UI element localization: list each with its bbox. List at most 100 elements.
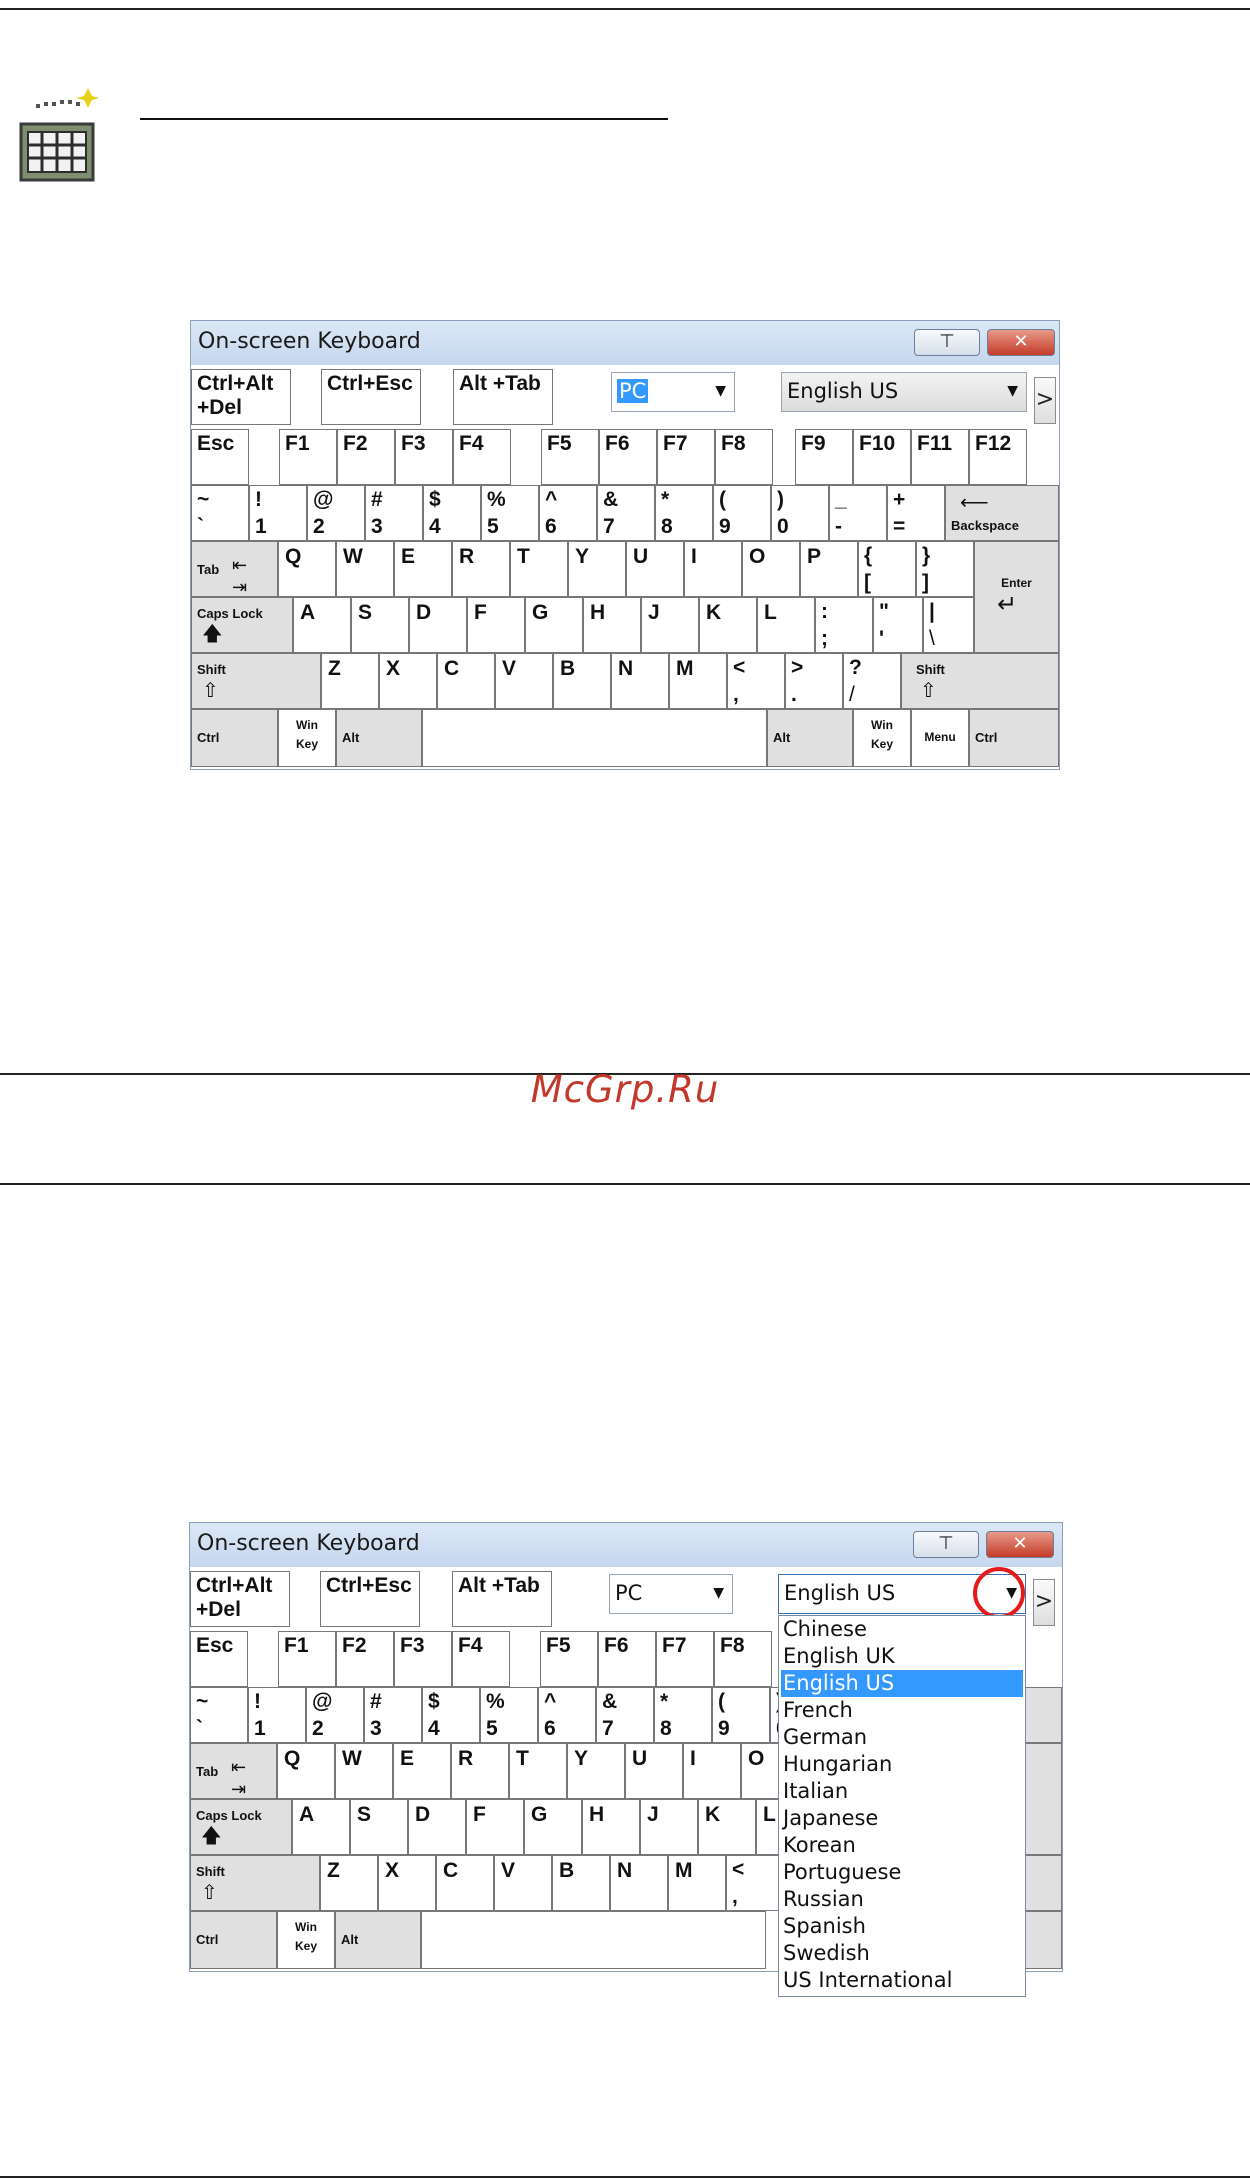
left-alt-key[interactable]: Alt — [336, 709, 422, 767]
key-7[interactable]: & 7 — [597, 485, 655, 541]
ctrl-alt-del-key[interactable]: Ctrl+Alt +Del — [191, 369, 291, 425]
key-equals[interactable]: + = — [887, 485, 945, 541]
esc-key[interactable]: Esc — [191, 429, 249, 485]
menu-key[interactable]: Menu — [911, 709, 969, 767]
key-s[interactable]: S — [350, 1799, 408, 1855]
key-f3[interactable]: F3 — [394, 1631, 452, 1687]
key-m[interactable]: M — [668, 1855, 726, 1911]
right-win-key[interactable]: Win Key — [853, 709, 911, 767]
key-s[interactable]: S — [351, 597, 409, 653]
key-c[interactable]: C — [437, 653, 495, 709]
key-6[interactable]: ^ 6 — [539, 485, 597, 541]
left-ctrl-key[interactable]: Ctrl — [191, 709, 278, 767]
key-r[interactable]: R — [451, 1743, 509, 1799]
key-w[interactable]: W — [335, 1743, 393, 1799]
space-key[interactable] — [422, 709, 767, 767]
enter-key[interactable]: Enter ↵ — [974, 541, 1059, 653]
key-f5[interactable]: F5 — [540, 1631, 598, 1687]
caps-lock-key[interactable]: Caps Lock 🡅 — [191, 597, 293, 653]
key-x[interactable]: X — [379, 653, 437, 709]
key-d[interactable]: D — [408, 1799, 466, 1855]
key-bracket-close[interactable]: }] — [916, 541, 974, 597]
key-8[interactable]: * 8 — [655, 485, 713, 541]
alt-tab-key[interactable]: Alt +Tab — [453, 369, 553, 425]
minimize-button[interactable]: ⊤ — [913, 1531, 979, 1558]
key-f1[interactable]: F1 — [279, 429, 337, 485]
language-option[interactable]: Japanese — [781, 1805, 1023, 1832]
key-9[interactable]: (9 — [712, 1687, 770, 1743]
tab-key[interactable]: Tab ⇤ ⇥ — [190, 1743, 277, 1799]
key-2[interactable]: @2 — [306, 1687, 364, 1743]
key-a[interactable]: A — [292, 1799, 350, 1855]
key-o[interactable]: O — [742, 541, 800, 597]
key-v[interactable]: V — [494, 1855, 552, 1911]
key-y[interactable]: Y — [567, 1743, 625, 1799]
key-f[interactable]: F — [466, 1799, 524, 1855]
key-3[interactable]: #3 — [365, 485, 423, 541]
key-f6[interactable]: F6 — [599, 429, 657, 485]
key-tilde[interactable]: ~ ` — [191, 485, 249, 541]
esc-key[interactable]: Esc — [190, 1631, 248, 1687]
key-1[interactable]: ! 1 — [249, 485, 307, 541]
key-e[interactable]: E — [393, 1743, 451, 1799]
language-option[interactable]: English US — [781, 1670, 1023, 1697]
key-t[interactable]: T — [510, 541, 568, 597]
language-option[interactable]: Italian — [781, 1778, 1023, 1805]
key-bracket-open[interactable]: {[ — [858, 541, 916, 597]
key-y[interactable]: Y — [568, 541, 626, 597]
alt-tab-key[interactable]: Alt +Tab — [452, 1571, 552, 1627]
key-f10[interactable]: F10 — [853, 429, 911, 485]
key-b[interactable]: B — [552, 1855, 610, 1911]
language-option[interactable]: English UK — [781, 1643, 1023, 1670]
keyboard-type-select[interactable]: PC ▼ — [611, 372, 735, 412]
key-comma[interactable]: <, — [727, 653, 785, 709]
key-i[interactable]: I — [683, 1743, 741, 1799]
language-option[interactable]: German — [781, 1724, 1023, 1751]
key-j[interactable]: J — [641, 597, 699, 653]
space-key[interactable] — [421, 1911, 766, 1969]
key-k[interactable]: K — [699, 597, 757, 653]
close-button[interactable]: ✕ — [986, 1531, 1054, 1558]
language-option[interactable]: Chinese — [781, 1616, 1023, 1643]
key-a[interactable]: A — [293, 597, 351, 653]
key-q[interactable]: Q — [277, 1743, 335, 1799]
key-f[interactable]: F — [467, 597, 525, 653]
key-q[interactable]: Q — [278, 541, 336, 597]
key-i[interactable]: I — [684, 541, 742, 597]
key-c[interactable]: C — [436, 1855, 494, 1911]
left-alt-key[interactable]: Alt — [335, 1911, 421, 1969]
language-option[interactable]: Swedish — [781, 1940, 1023, 1967]
key-n[interactable]: N — [611, 653, 669, 709]
key-5[interactable]: % 5 — [480, 1687, 538, 1743]
key-f4[interactable]: F4 — [453, 429, 511, 485]
language-option[interactable]: Spanish — [781, 1913, 1023, 1940]
key-minus[interactable]: _ - — [829, 485, 887, 541]
key-n[interactable]: N — [610, 1855, 668, 1911]
language-option[interactable]: Portuguese — [781, 1859, 1023, 1886]
minimize-button[interactable]: ⊤ — [914, 329, 980, 356]
key-f7[interactable]: F7 — [657, 429, 715, 485]
language-option[interactable]: Korean — [781, 1832, 1023, 1859]
key-f2[interactable]: F2 — [337, 429, 395, 485]
key-r[interactable]: R — [452, 541, 510, 597]
key-4[interactable]: $4 — [423, 485, 481, 541]
right-ctrl-key[interactable]: Ctrl — [969, 709, 1059, 767]
left-shift-key[interactable]: Shift ⇧ — [191, 653, 321, 709]
key-f8[interactable]: F8 — [714, 1631, 772, 1687]
left-ctrl-key[interactable]: Ctrl — [190, 1911, 277, 1969]
key-9[interactable]: (9 — [713, 485, 771, 541]
key-tilde[interactable]: ~ ` — [190, 1687, 248, 1743]
key-g[interactable]: G — [524, 1799, 582, 1855]
backspace-key[interactable]: ⟵ Backspace — [945, 485, 1059, 541]
right-shift-key[interactable]: Shift ⇧ — [901, 653, 1059, 709]
key-f6[interactable]: F6 — [598, 1631, 656, 1687]
key-j[interactable]: J — [640, 1799, 698, 1855]
key-f3[interactable]: F3 — [395, 429, 453, 485]
left-win-key[interactable]: Win Key — [277, 1911, 335, 1969]
key-1[interactable]: ! 1 — [248, 1687, 306, 1743]
key-quote[interactable]: " ' — [873, 597, 923, 653]
key-6[interactable]: ^ 6 — [538, 1687, 596, 1743]
key-x[interactable]: X — [378, 1855, 436, 1911]
ctrl-alt-del-key[interactable]: Ctrl+Alt +Del — [190, 1571, 290, 1627]
key-backslash[interactable]: | \ — [923, 597, 974, 653]
